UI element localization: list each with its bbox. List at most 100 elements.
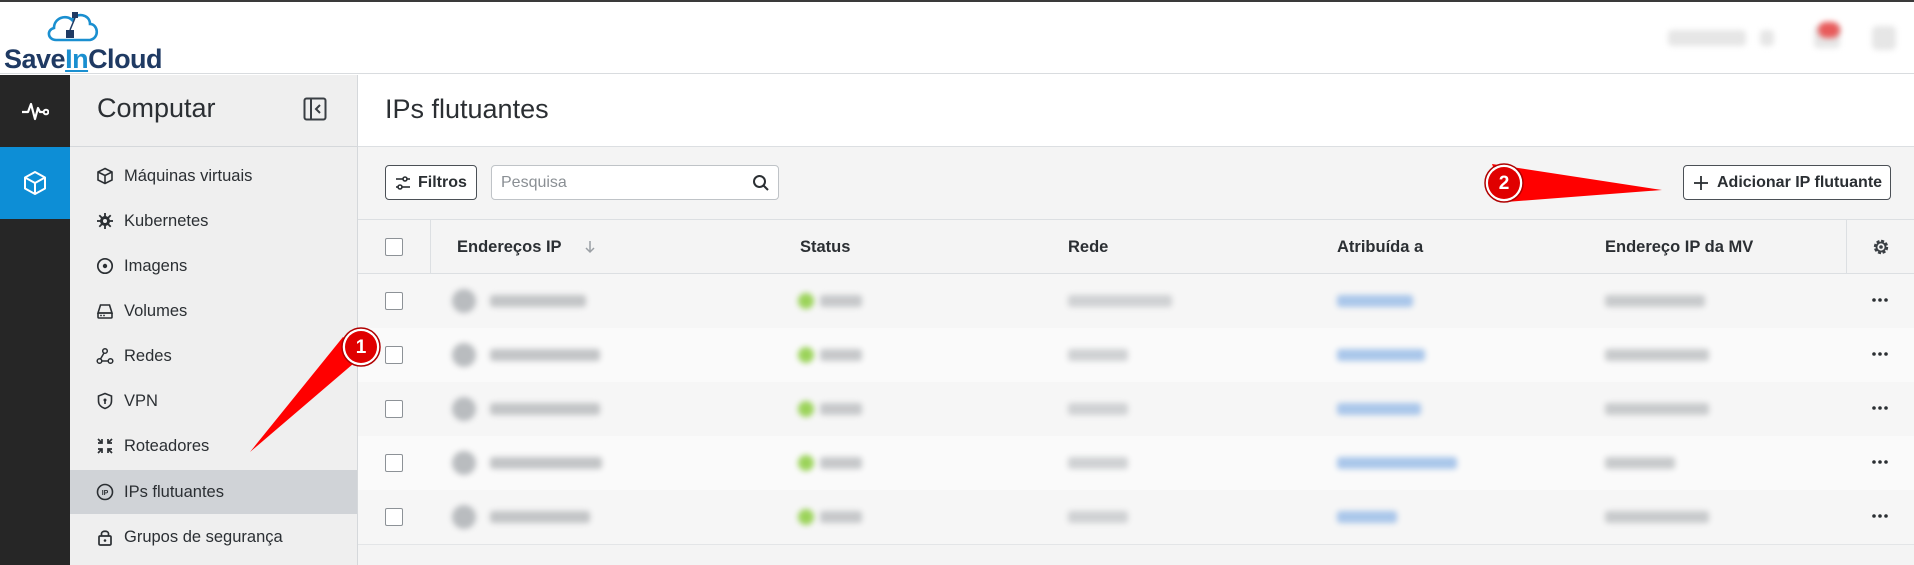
status-text-redacted xyxy=(820,295,862,307)
filter-button[interactable]: Filtros xyxy=(385,165,477,200)
rail-item-compute[interactable] xyxy=(0,147,70,219)
vm-ip-redacted xyxy=(1605,511,1709,523)
column-header-ip-mv[interactable]: Endereço IP da MV xyxy=(1605,238,1753,257)
sidebar-item-redes[interactable]: Redes xyxy=(70,334,357,378)
svg-text:IP: IP xyxy=(102,490,109,497)
top-header: SaveInCloud xyxy=(0,2,1914,74)
project-selector-blurred[interactable] xyxy=(1668,30,1746,46)
chevron-down-icon[interactable] xyxy=(1760,30,1774,46)
user-menu-icon[interactable] xyxy=(1872,26,1896,50)
table-header: Endereços IP Status Rede Atribuída a End… xyxy=(358,219,1914,274)
column-header-rede[interactable]: Rede xyxy=(1068,238,1108,257)
main-content: IPs flutuantes Filtros Adicionar IP flut… xyxy=(358,75,1914,565)
assigned-to-link-redacted[interactable] xyxy=(1337,295,1413,307)
cube-icon xyxy=(24,171,46,195)
row-checkbox[interactable] xyxy=(385,400,403,418)
search-input[interactable] xyxy=(492,166,742,199)
row-checkbox[interactable] xyxy=(385,508,403,526)
table-row[interactable] xyxy=(358,328,1914,383)
select-all-checkbox[interactable] xyxy=(385,238,403,256)
ip-type-icon xyxy=(452,397,476,421)
status-dot-icon xyxy=(798,401,814,417)
gear-icon[interactable] xyxy=(1871,237,1891,257)
ip-address-redacted xyxy=(490,349,600,361)
sidebar-item-ips-flutuantes[interactable]: IP IPs flutuantes xyxy=(70,470,357,514)
activity-icon xyxy=(22,102,49,121)
box-icon xyxy=(96,167,114,185)
row-checkbox[interactable] xyxy=(385,346,403,364)
sidebar-item-roteadores[interactable]: Roteadores xyxy=(70,424,357,468)
ip-icon: IP xyxy=(96,483,114,501)
sidebar-title: Computar xyxy=(97,93,216,123)
sidebar-item-label: VPN xyxy=(124,391,158,410)
row-actions-icon[interactable] xyxy=(1870,456,1890,468)
arrow-down-icon[interactable] xyxy=(584,240,596,254)
assigned-to-link-redacted[interactable] xyxy=(1337,457,1457,469)
sidebar-collapse-button[interactable] xyxy=(303,97,327,121)
drive-icon xyxy=(96,302,114,320)
sidebar-item-maquinas-virtuais[interactable]: Máquinas virtuais xyxy=(70,154,357,198)
ip-address-redacted xyxy=(490,403,600,415)
sliders-icon xyxy=(396,175,410,190)
sidebar-item-vpn[interactable]: VPN xyxy=(70,379,357,423)
search-icon[interactable] xyxy=(752,174,770,192)
column-header-ip[interactable]: Endereços IP xyxy=(457,238,596,257)
cloud-logo-icon xyxy=(47,12,99,42)
vm-ip-redacted xyxy=(1605,295,1705,307)
ip-address-redacted xyxy=(490,511,590,523)
table-row[interactable] xyxy=(358,490,1914,545)
row-actions-icon[interactable] xyxy=(1870,402,1890,414)
add-floating-ip-button[interactable]: Adicionar IP flutuante xyxy=(1683,165,1891,200)
row-checkbox[interactable] xyxy=(385,454,403,472)
search-box[interactable] xyxy=(491,165,779,200)
assigned-to-link-redacted[interactable] xyxy=(1337,403,1421,415)
sidebar-item-grupos-de-seguranca[interactable]: Grupos de segurança xyxy=(70,515,357,559)
assigned-to-link-redacted[interactable] xyxy=(1337,349,1425,361)
disc-icon xyxy=(96,257,114,275)
add-button-label: Adicionar IP flutuante xyxy=(1717,173,1883,191)
ip-address-redacted xyxy=(490,295,586,307)
vm-ip-redacted xyxy=(1605,403,1709,415)
sidebar-item-label: Redes xyxy=(124,346,172,365)
row-actions-icon[interactable] xyxy=(1870,348,1890,360)
annotation-callout-1: 1 xyxy=(337,327,385,367)
sidebar-item-label: IPs flutuantes xyxy=(124,482,224,501)
ip-type-icon xyxy=(452,343,476,367)
ip-type-icon xyxy=(452,505,476,529)
vm-ip-redacted xyxy=(1605,457,1675,469)
sidebar-divider xyxy=(70,146,357,147)
sidebar-item-kubernetes[interactable]: Kubernetes xyxy=(70,199,357,243)
callout-label-1: 1 xyxy=(355,337,367,358)
status-text-redacted xyxy=(820,511,862,523)
ip-type-icon xyxy=(452,451,476,475)
page-header: IPs flutuantes xyxy=(358,75,1914,147)
status-text-redacted xyxy=(820,403,862,415)
table-row[interactable] xyxy=(358,436,1914,491)
assigned-to-link-redacted[interactable] xyxy=(1337,511,1397,523)
plus-icon xyxy=(1694,175,1708,190)
row-checkbox[interactable] xyxy=(385,292,403,310)
row-actions-icon[interactable] xyxy=(1870,510,1890,522)
column-header-status[interactable]: Status xyxy=(800,238,850,257)
table-row[interactable] xyxy=(358,274,1914,329)
sidebar-collapse-icon xyxy=(303,97,327,121)
lock-icon xyxy=(96,528,114,546)
network-redacted xyxy=(1068,295,1172,307)
network-redacted xyxy=(1068,349,1128,361)
sidebar-item-label: Volumes xyxy=(124,301,188,320)
network-redacted xyxy=(1068,457,1128,469)
sidebar-item-volumes[interactable]: Volumes xyxy=(70,289,357,333)
vm-ip-redacted xyxy=(1605,349,1709,361)
status-dot-icon xyxy=(798,455,814,471)
logo[interactable]: SaveInCloud xyxy=(4,8,164,74)
sidebar-item-label: Roteadores xyxy=(124,436,210,455)
sidebar-item-label: Imagens xyxy=(124,256,188,275)
sidebar-item-label: Kubernetes xyxy=(124,211,209,230)
row-actions-icon[interactable] xyxy=(1870,294,1890,306)
sidebar-item-imagens[interactable]: Imagens xyxy=(70,244,357,288)
column-header-atribuida[interactable]: Atribuída a xyxy=(1337,238,1423,257)
table-row[interactable] xyxy=(358,382,1914,437)
page-title: IPs flutuantes xyxy=(385,94,549,124)
sidebar: Computar Máquinas virtuais Kubernetes Im… xyxy=(70,75,358,565)
rail-item-monitoring[interactable] xyxy=(0,75,70,147)
